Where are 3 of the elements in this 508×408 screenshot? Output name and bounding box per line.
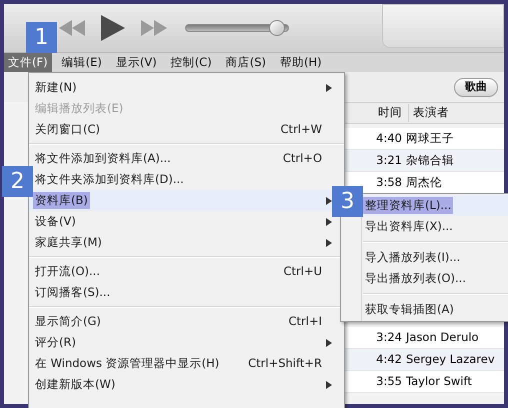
step-callout-tooltip: 3 [332, 186, 363, 217]
step-callout-tooltip: 2 [2, 166, 33, 197]
step-callout-tooltip: 1 [26, 22, 57, 53]
